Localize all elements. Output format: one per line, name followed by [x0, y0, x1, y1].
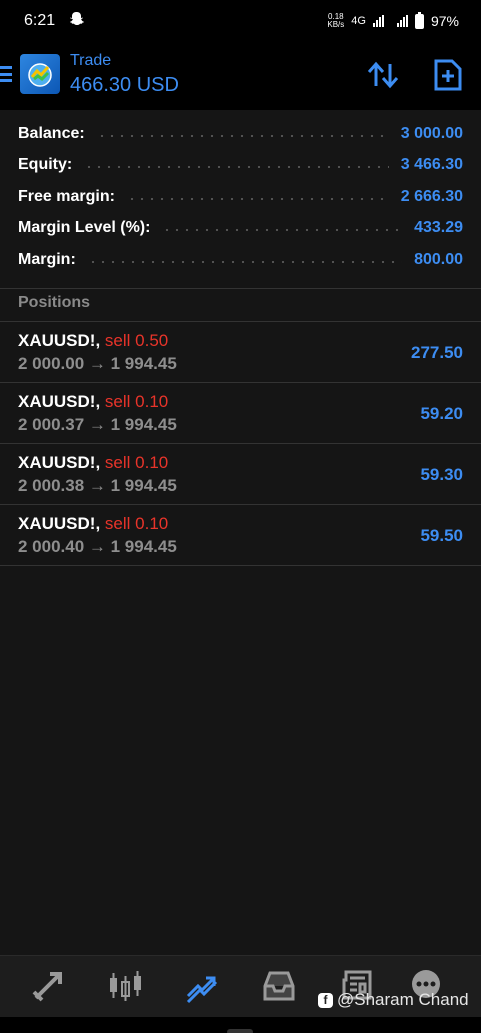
gesture-bar	[0, 1017, 481, 1033]
home-indicator[interactable]	[227, 1029, 253, 1033]
battery-icon	[414, 11, 424, 29]
position-type: sell 0.10	[104, 392, 169, 411]
position-row[interactable]: XAUUSD!, sell 0.10 2 000.38 → 1 994.45 5…	[0, 444, 481, 505]
app-header: Trade 466.30 USD	[0, 42, 481, 110]
history-icon[interactable]	[261, 968, 297, 1004]
position-type: sell 0.10	[104, 453, 169, 472]
summary-margin-level: Margin Level (%): 433.29	[0, 213, 481, 245]
position-type: sell 0.50	[104, 331, 169, 350]
network-type: 4G	[351, 15, 366, 27]
summary-label: Margin Level (%):	[18, 219, 151, 237]
positions-title: Positions	[18, 294, 91, 311]
dot-leader	[84, 166, 389, 169]
dot-leader	[162, 229, 403, 232]
watermark-text: @Sharam Chand	[337, 990, 469, 1009]
dot-leader	[96, 134, 389, 137]
position-symbol: XAUUSD!,	[18, 514, 101, 533]
summary-margin: Margin: 800.00	[0, 244, 481, 276]
positions-list: XAUUSD!, sell 0.50 2 000.00 → 1 994.45 2…	[0, 322, 481, 566]
position-symbol: XAUUSD!,	[18, 331, 101, 350]
sort-icon[interactable]	[366, 60, 400, 90]
signal-icon-2	[396, 15, 408, 27]
chart-icon[interactable]	[107, 968, 143, 1004]
summary-value: 3 000.00	[400, 124, 463, 142]
header-title: Trade	[70, 52, 112, 69]
header-balance: 466.30 USD	[70, 74, 179, 96]
position-row[interactable]: XAUUSD!, sell 0.10 2 000.37 → 1 994.45 5…	[0, 383, 481, 444]
position-profit: 59.20	[420, 404, 463, 423]
summary-value: 3 466.30	[400, 156, 463, 174]
signal-icon	[372, 15, 384, 27]
account-summary: Balance: 3 000.00 Equity: 3 466.30 Free …	[0, 118, 481, 276]
menu-icon[interactable]	[0, 66, 12, 82]
dot-leader	[126, 197, 389, 200]
quotes-icon[interactable]	[30, 968, 66, 1004]
position-type: sell 0.10	[104, 514, 169, 533]
summary-value: 433.29	[414, 219, 463, 237]
trade-icon[interactable]	[184, 968, 220, 1004]
position-prices: 2 000.00 → 1 994.45	[18, 354, 177, 373]
new-order-icon[interactable]	[433, 58, 463, 92]
position-profit: 277.50	[411, 343, 463, 362]
watermark: f @Sharam Chand	[318, 990, 469, 1010]
status-time: 6:21	[24, 12, 56, 29]
summary-label: Balance:	[18, 124, 85, 142]
position-symbol: XAUUSD!,	[18, 453, 101, 472]
facebook-icon: f	[318, 992, 333, 1008]
summary-label: Equity:	[18, 156, 73, 174]
status-bar: 6:21 0.18 KB/s 4G 97%	[0, 0, 481, 42]
summary-equity: Equity: 3 466.30	[0, 150, 481, 182]
position-prices: 2 000.37 → 1 994.45	[18, 415, 177, 434]
snapchat-icon	[69, 11, 85, 32]
summary-free-margin: Free margin: 2 666.30	[0, 181, 481, 213]
summary-value: 800.00	[414, 250, 463, 268]
position-profit: 59.30	[420, 465, 463, 484]
battery-level: 97%	[430, 13, 459, 29]
summary-label: Margin:	[18, 250, 76, 268]
position-prices: 2 000.40 → 1 994.45	[18, 537, 177, 556]
dot-leader	[87, 260, 403, 263]
net-speed: 0.18 KB/s	[327, 13, 344, 29]
position-row[interactable]: XAUUSD!, sell 0.10 2 000.40 → 1 994.45 5…	[0, 505, 481, 566]
position-prices: 2 000.38 → 1 994.45	[18, 476, 177, 495]
summary-value: 2 666.30	[400, 187, 463, 205]
position-symbol: XAUUSD!,	[18, 392, 101, 411]
net-speed-unit: KB/s	[327, 20, 345, 29]
divider	[0, 288, 481, 289]
summary-balance: Balance: 3 000.00	[0, 118, 481, 150]
position-profit: 59.50	[420, 526, 463, 545]
app-logo	[20, 54, 60, 94]
summary-label: Free margin:	[18, 187, 115, 205]
position-row[interactable]: XAUUSD!, sell 0.50 2 000.00 → 1 994.45 2…	[0, 322, 481, 383]
